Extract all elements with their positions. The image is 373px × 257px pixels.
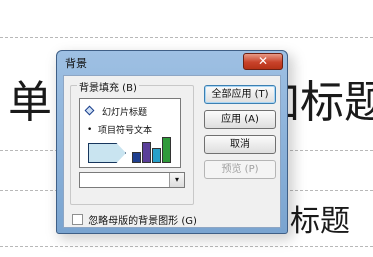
- close-button[interactable]: ✕: [243, 53, 283, 70]
- close-icon: ✕: [257, 54, 269, 68]
- preview-bullet-text: 项目符号文本: [98, 126, 153, 136]
- placeholder-border-top: [0, 37, 373, 38]
- bullet-icon: •: [87, 125, 93, 135]
- preview-bar: [152, 148, 161, 163]
- placeholder-border-bottom: [0, 246, 373, 247]
- background-dialog: 背景 ✕ 背景填充 (B) 幻灯片标题 • 项目符号文本 ▾ 全部应用 (T) …: [56, 50, 288, 234]
- preview-button[interactable]: 预览 (P): [204, 160, 276, 179]
- slide-title-left-text: 单: [8, 77, 52, 128]
- background-fill-label: 背景填充 (B): [77, 79, 139, 94]
- chevron-down-icon[interactable]: ▾: [169, 173, 184, 187]
- fill-color-dropdown[interactable]: ▾: [79, 172, 185, 188]
- omit-master-graphics-row[interactable]: 忽略母版的背景图形 (G): [72, 212, 197, 227]
- diamond-bullet-icon: [84, 105, 95, 116]
- preview-bar: [142, 142, 151, 163]
- apply-all-button[interactable]: 全部应用 (T): [204, 85, 276, 104]
- omit-master-graphics-checkbox[interactable]: [72, 214, 83, 225]
- preview-bar: [162, 137, 171, 163]
- apply-button[interactable]: 应用 (A): [204, 110, 276, 129]
- arrow-shape-icon: [88, 143, 126, 163]
- preview-slide-title: 幻灯片标题: [102, 108, 148, 118]
- dialog-client-area: 背景填充 (B) 幻灯片标题 • 项目符号文本 ▾ 全部应用 (T) 应用 (A…: [63, 75, 281, 228]
- preview-bar: [132, 152, 141, 163]
- cancel-button[interactable]: 取消: [204, 135, 276, 154]
- background-preview: 幻灯片标题 • 项目符号文本: [79, 98, 181, 168]
- background-fill-group: 背景填充 (B) 幻灯片标题 • 项目符号文本 ▾: [70, 79, 194, 205]
- dialog-title: 背景: [65, 57, 87, 70]
- omit-master-graphics-label: 忽略母版的背景图形 (G): [88, 216, 197, 227]
